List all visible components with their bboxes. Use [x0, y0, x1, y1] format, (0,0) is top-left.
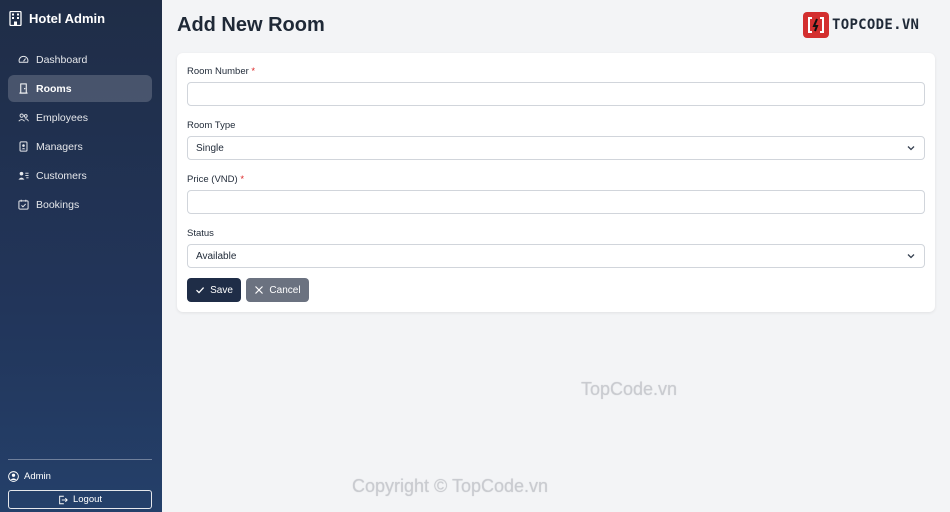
room-number-label-text: Room Number: [187, 66, 249, 77]
building-icon: [9, 11, 22, 26]
watermark-copyright: Copyright © TopCode.vn: [352, 476, 549, 496]
check-icon: [196, 287, 205, 294]
status-select[interactable]: Available: [187, 244, 925, 268]
sidebar-item-rooms[interactable]: Rooms: [8, 75, 152, 102]
sidebar-item-label: Bookings: [36, 198, 80, 211]
badge-icon: [19, 141, 28, 152]
sidebar-item-dashboard[interactable]: Dashboard: [8, 46, 152, 73]
sidebar-item-customers[interactable]: Customers: [8, 162, 152, 189]
logout-button[interactable]: Logout: [8, 490, 152, 509]
logout-icon: [59, 495, 68, 504]
sidebar-nav: Dashboard Rooms Employees Managers Custo…: [8, 46, 152, 220]
page-title: Add New Room: [177, 14, 325, 36]
room-type-value: Single: [196, 142, 224, 154]
person-lines-icon: [18, 171, 29, 180]
close-icon: [255, 286, 264, 294]
price-label-text: Price (VND): [187, 174, 238, 185]
save-button[interactable]: Save: [187, 278, 241, 302]
sidebar-item-bookings[interactable]: Bookings: [8, 191, 152, 218]
sidebar-item-label: Dashboard: [36, 53, 88, 66]
sidebar-item-label: Managers: [36, 140, 83, 153]
user-circle-icon: [8, 471, 19, 482]
save-label: Save: [210, 284, 233, 296]
sidebar-item-employees[interactable]: Employees: [8, 104, 152, 131]
cancel-button[interactable]: Cancel: [246, 278, 309, 302]
room-type-select[interactable]: Single: [187, 136, 925, 160]
sidebar: Hotel Admin Dashboard Rooms Employees Ma…: [0, 0, 162, 512]
chevron-down-icon: [907, 146, 915, 151]
watermark-center: TopCode.vn: [581, 379, 678, 399]
brand-title: Hotel Admin: [29, 11, 106, 26]
calendar-check-icon: [18, 199, 29, 210]
sidebar-item-label: Customers: [36, 169, 87, 182]
chevron-down-icon: [907, 254, 915, 259]
topcode-logo-text: TOPCODE.VN: [832, 17, 920, 33]
room-number-input[interactable]: [187, 82, 925, 106]
required-marker: *: [251, 66, 256, 77]
status-value: Available: [196, 250, 237, 262]
people-icon: [18, 113, 29, 122]
price-label: Price (VND) *: [187, 174, 244, 185]
door-icon: [19, 83, 28, 94]
brand[interactable]: Hotel Admin: [9, 11, 105, 26]
user-name: Admin: [24, 471, 51, 482]
sidebar-item-label: Rooms: [36, 82, 72, 95]
sidebar-item-managers[interactable]: Managers: [8, 133, 152, 160]
add-room-form: Room Number * Room Type Single Price (VN…: [177, 53, 935, 312]
required-marker: *: [240, 174, 245, 185]
price-input[interactable]: [187, 190, 925, 214]
room-number-label: Room Number *: [187, 66, 255, 77]
room-type-label: Room Type: [187, 120, 236, 131]
current-user: Admin: [8, 471, 51, 482]
status-label: Status: [187, 228, 214, 239]
sidebar-divider: [8, 459, 152, 460]
topcode-logo: TOPCODE.VN: [803, 12, 919, 38]
speedometer-icon: [18, 55, 29, 63]
cancel-label: Cancel: [269, 284, 301, 296]
sidebar-item-label: Employees: [36, 111, 88, 124]
logout-label: Logout: [72, 494, 103, 505]
topcode-logo-icon: [803, 12, 829, 38]
